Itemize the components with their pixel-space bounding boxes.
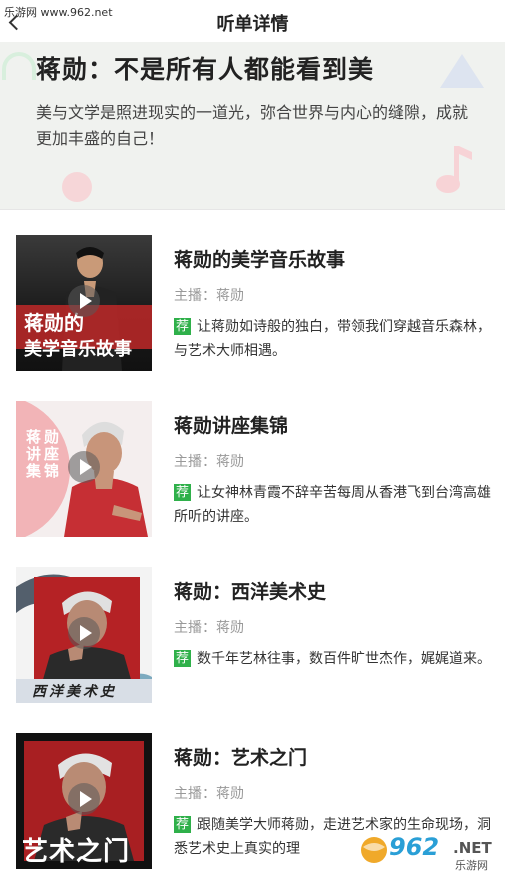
album-item[interactable]: 蒋讲集 勋座锦 蒋勋讲座集锦 主播：蒋勋 荐让女神林青霞不辞辛苦每周从香港飞到台… xyxy=(0,401,505,567)
album-title[interactable]: 蒋勋：西洋美术史 xyxy=(174,577,326,604)
cover-title-col2: 勋座锦 xyxy=(44,428,60,480)
album-item[interactable]: 蒋勋的 美学音乐故事 蒋勋的美学音乐故事 主播：蒋勋 荐让蒋勋如诗般的独白，带领… xyxy=(0,235,505,401)
album-description: 荐数千年艺林往事，数百件旷世杰作，娓娓道来。 xyxy=(174,647,494,671)
recommend-badge: 荐 xyxy=(174,318,192,335)
album-host: 主播：蒋勋 xyxy=(174,620,244,636)
recommend-badge: 荐 xyxy=(174,816,192,833)
watermark-site: 乐游网 xyxy=(455,859,488,872)
album-title[interactable]: 蒋勋的美学音乐故事 xyxy=(174,245,345,272)
album-description: 荐让女神林青霞不辞辛苦每周从香港飞到台湾高雄所听的讲座。 xyxy=(174,481,494,529)
playlist-banner: 蒋勋：不是所有人都能看到美 美与文学是照进现实的一道光，弥合世界与内心的缝隙，成… xyxy=(0,42,505,210)
watermark-number: 962 xyxy=(389,833,440,861)
play-icon[interactable] xyxy=(68,451,100,483)
album-description-text: 数千年艺林往事，数百件旷世杰作，娓娓道来。 xyxy=(197,651,492,667)
album-host: 主播：蒋勋 xyxy=(174,454,244,470)
play-icon[interactable] xyxy=(68,617,100,649)
watermark-net: .NET xyxy=(453,839,492,857)
play-icon[interactable] xyxy=(68,783,100,815)
cover-title: 西洋美术史 xyxy=(32,684,117,700)
site-watermark-logo: 962 .NET 乐游网 xyxy=(359,831,499,875)
headphones-decoration-icon xyxy=(2,52,36,80)
album-host: 主播：蒋勋 xyxy=(174,288,244,304)
album-title[interactable]: 蒋勋：艺术之门 xyxy=(174,743,307,770)
watermark-text: 乐游网 www.962.net xyxy=(4,6,113,19)
playlist-title: 蒋勋：不是所有人都能看到美 xyxy=(36,55,375,84)
circle-decoration xyxy=(62,172,92,202)
album-cover[interactable]: 西洋美术史 xyxy=(16,567,152,703)
album-cover[interactable]: 蒋勋的 美学音乐故事 xyxy=(16,235,152,371)
recommend-badge: 荐 xyxy=(174,650,192,667)
album-title[interactable]: 蒋勋讲座集锦 xyxy=(174,411,288,438)
album-description-text: 让蒋勋如诗般的独白，带领我们穿越音乐森林，与艺术大师相遇。 xyxy=(174,319,492,359)
album-cover[interactable]: 艺术之门 xyxy=(16,733,152,869)
globe-logo-icon xyxy=(361,837,387,863)
recommend-badge: 荐 xyxy=(174,484,192,501)
album-host: 主播：蒋勋 xyxy=(174,786,244,802)
playlist-description: 美与文学是照进现实的一道光，弥合世界与内心的缝隙，成就更加丰盛的自己！ xyxy=(36,103,469,148)
album-item[interactable]: 西洋美术史 蒋勋：西洋美术史 主播：蒋勋 荐数千年艺林往事，数百件旷世杰作，娓娓… xyxy=(0,567,505,733)
album-description: 荐让蒋勋如诗般的独白，带领我们穿越音乐森林，与艺术大师相遇。 xyxy=(174,315,494,363)
cover-title: 艺术之门 xyxy=(22,837,131,867)
cover-title-line2: 美学音乐故事 xyxy=(24,339,132,360)
play-icon[interactable] xyxy=(68,285,100,317)
album-cover[interactable]: 蒋讲集 勋座锦 xyxy=(16,401,152,537)
album-list: 蒋勋的 美学音乐故事 蒋勋的美学音乐故事 主播：蒋勋 荐让蒋勋如诗般的独白，带领… xyxy=(0,210,505,883)
triangle-decoration xyxy=(440,54,484,88)
cover-title-col1: 蒋讲集 xyxy=(26,428,42,480)
album-description-text: 让女神林青霞不辞辛苦每周从香港飞到台湾高雄所听的讲座。 xyxy=(174,485,492,525)
